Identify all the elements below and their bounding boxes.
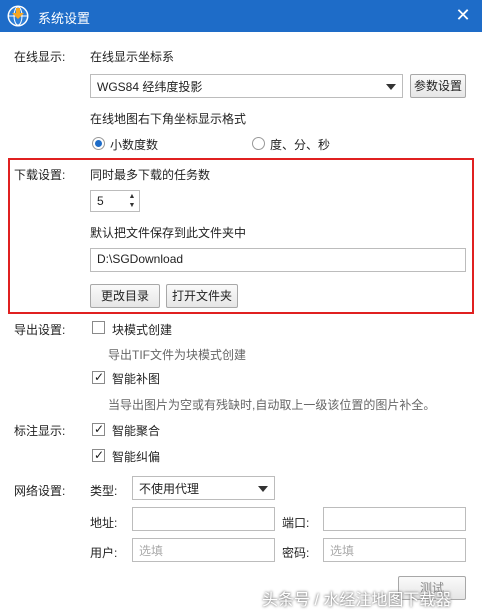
smart-merge-label: 智能聚合 (112, 424, 161, 438)
globe-icon (7, 5, 29, 27)
chevron-down-icon (258, 486, 268, 492)
smart-fill-hint: 当导出图片为空或有残缺时,自动取上一级该位置的图片补全。 (108, 398, 436, 412)
password-input[interactable]: 选填 (323, 538, 466, 562)
download-folder-input[interactable]: D:\SGDownload (90, 248, 466, 272)
download-settings-label: 下载设置: (14, 168, 66, 182)
smart-fill-label: 智能补图 (112, 372, 161, 386)
proxy-type-select[interactable]: 不使用代理 (132, 476, 275, 500)
online-display-label: 在线显示: (14, 50, 66, 64)
radio-dms[interactable] (252, 137, 265, 150)
max-tasks-value: 5 (97, 194, 104, 208)
chevron-down-icon (386, 84, 396, 90)
change-dir-button[interactable]: 更改目录 (90, 284, 160, 308)
coord-format-label: 在线地图右下角坐标显示格式 (90, 112, 247, 126)
smart-merge-checkbox[interactable]: ✓ (92, 422, 105, 436)
smart-correct-label: 智能纠偏 (112, 450, 161, 464)
check-icon: ✓ (94, 370, 105, 384)
open-folder-button[interactable]: 打开文件夹 (166, 284, 238, 308)
coord-system-select[interactable]: WGS84 经纬度投影 (90, 74, 403, 98)
coord-system-value: WGS84 经纬度投影 (97, 80, 203, 94)
network-settings-label: 网络设置: (14, 484, 66, 498)
default-folder-label: 默认把文件保存到此文件夹中 (90, 226, 247, 240)
block-mode-label: 块模式创建 (112, 323, 173, 337)
radio-decimal-degrees[interactable] (92, 137, 105, 150)
close-icon[interactable]: ✕ (454, 6, 472, 24)
spin-up-icon[interactable]: ▲ (127, 192, 137, 201)
coord-system-label: 在线显示坐标系 (90, 50, 175, 64)
address-input[interactable] (132, 507, 275, 531)
param-settings-button[interactable]: 参数设置 (410, 74, 466, 98)
proxy-type-value: 不使用代理 (139, 482, 200, 496)
user-input[interactable]: 选填 (132, 538, 275, 562)
user-label: 用户: (90, 546, 118, 560)
block-mode-hint: 导出TIF文件为块模式创建 (108, 348, 246, 362)
export-settings-label: 导出设置: (14, 323, 66, 337)
spin-down-icon[interactable]: ▼ (127, 201, 137, 210)
window-title: 系统设置 (38, 11, 91, 26)
password-label: 密码: (282, 546, 310, 560)
address-label: 地址: (90, 516, 118, 530)
port-input[interactable] (323, 507, 466, 531)
radio-decimal-degrees-label: 小数度数 (110, 138, 159, 152)
max-tasks-spinner[interactable]: 5 ▲ ▼ (90, 190, 140, 212)
annotation-display-label: 标注显示: (14, 424, 66, 438)
radio-dms-label: 度、分、秒 (270, 138, 331, 152)
proxy-type-label: 类型: (90, 484, 118, 498)
smart-correct-checkbox[interactable]: ✓ (92, 448, 105, 462)
smart-fill-checkbox[interactable]: ✓ (92, 370, 105, 384)
title-bar: 系统设置 ✕ (0, 0, 482, 32)
watermark-text: 头条号 / 水经注地图下载器 (262, 592, 452, 609)
max-tasks-label: 同时最多下载的任务数 (90, 168, 211, 182)
block-mode-checkbox[interactable] (92, 321, 105, 334)
check-icon: ✓ (94, 422, 105, 436)
port-label: 端口: (282, 516, 310, 530)
check-icon: ✓ (94, 448, 105, 462)
